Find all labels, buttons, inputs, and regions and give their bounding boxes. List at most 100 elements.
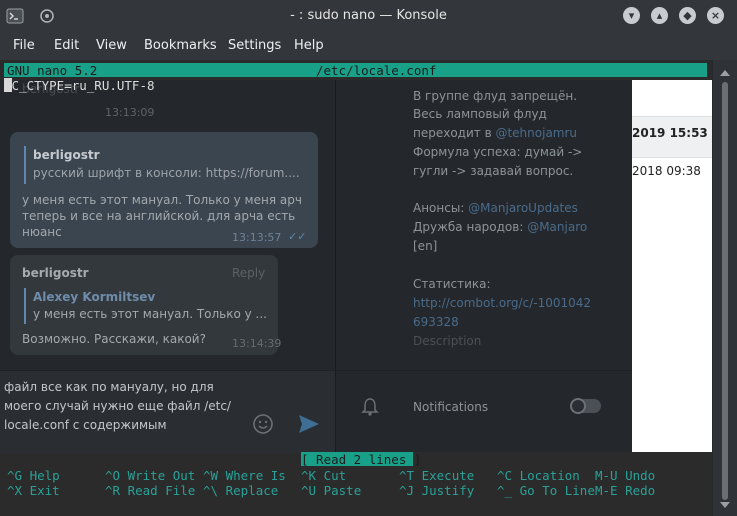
menu-bar: File Edit View Bookmarks Settings Help: [0, 32, 737, 60]
shortcut-replace[interactable]: ^\ Replace: [203, 483, 278, 498]
group-rules-text: гугли -> задавай вопрос.: [413, 164, 574, 178]
message-sender: berligostr: [22, 266, 89, 280]
group-rules-text: Формула успеха: думай ->: [413, 145, 583, 159]
message-time: 13:13:57: [232, 231, 282, 244]
channel-link[interactable]: @tehnojamru: [495, 126, 577, 140]
nano-version: GNU nano 5.2: [7, 63, 98, 78]
shortcut-location[interactable]: ^C Location: [497, 468, 580, 483]
shortcut-label: Replace: [225, 483, 279, 498]
shortcut-label: Write Out: [127, 468, 196, 483]
bell-icon: [361, 398, 379, 416]
bg-date-1: 2019 15:53: [632, 126, 708, 140]
shortcut-exit[interactable]: ^X Exit: [7, 483, 60, 498]
input-text: файл все как по мануалу, но для: [4, 380, 214, 394]
group-rules-text: Весь ламповый флуд: [413, 107, 547, 121]
menu-edit[interactable]: Edit: [54, 38, 79, 53]
panel-divider: [335, 80, 336, 452]
terminal-scrollbar[interactable]: [712, 60, 737, 516]
message-time: 13:14:39: [232, 337, 282, 350]
shortcut-label: Location: [519, 468, 580, 483]
shortcut-label: Execute: [421, 468, 475, 483]
quote-bar: [24, 288, 26, 324]
close-button[interactable]: ×: [707, 7, 724, 24]
message-text: у меня есть этот мануал. Только у меня а…: [22, 193, 302, 207]
shortcut-label: Read File: [127, 483, 196, 498]
channel-link[interactable]: @ManjaroUpdates: [468, 201, 578, 215]
shortcut-label: Undo: [625, 468, 656, 483]
shortcut-key: M-E: [595, 483, 618, 498]
quote-author: Alexey Kormiltsev: [33, 290, 156, 304]
send-icon[interactable]: [298, 414, 320, 434]
message-text: теперь и все на английской. для арча ест…: [22, 209, 296, 223]
shortcut-label: Where Is: [225, 468, 286, 483]
file-content-line[interactable]: LC_CTYPE=ru_RU.UTF-8: [4, 78, 155, 93]
read-checks-icon: ✓✓: [288, 230, 307, 243]
channel-link[interactable]: @Manjaro: [527, 220, 587, 234]
shortcut-label: Go To Line: [519, 483, 595, 498]
window-titlebar: - : sudo nano — Konsole ▾ ▴ ◆ ×: [0, 0, 737, 32]
shortcut-undo[interactable]: M-U Undo: [595, 468, 655, 483]
shortcut-execute[interactable]: ^T Execute: [399, 468, 474, 483]
toggle-knob: [570, 398, 586, 414]
scroll-up-icon[interactable]: [720, 70, 730, 76]
menu-settings[interactable]: Settings: [228, 38, 281, 53]
message-text: нюанс: [22, 225, 62, 239]
shortcut-write-out[interactable]: ^O Write Out: [105, 468, 195, 483]
nano-status: [ Read 2 lines ]: [301, 452, 422, 467]
menu-view[interactable]: View: [96, 38, 127, 53]
quote-sender: berligostr: [33, 148, 100, 162]
shortcut-key: ^O: [105, 468, 121, 483]
reply-button[interactable]: Reply: [232, 266, 265, 280]
shortcut-key: ^J: [399, 483, 415, 498]
shortcut-go-to-line[interactable]: ^_ Go To Line: [497, 483, 595, 498]
message-text: Возможно. Расскажи, какой?: [22, 332, 206, 346]
shortcut-redo[interactable]: M-E Redo: [595, 483, 655, 498]
shortcut-where-is[interactable]: ^W Where Is: [203, 468, 286, 483]
description-label: Description: [413, 334, 482, 348]
notifications-label: Notifications: [413, 400, 489, 414]
shortcut-key: ^G: [7, 468, 23, 483]
shortcut-paste[interactable]: ^U Paste: [301, 483, 361, 498]
shortcut-label: Cut: [323, 468, 347, 483]
quote-bar: [24, 146, 26, 184]
quote-text: у меня есть этот мануал. Только у ...: [33, 307, 267, 321]
nano-filename: /etc/locale.conf: [316, 63, 437, 78]
maximize-button[interactable]: ▴: [651, 7, 668, 24]
shortcut-key: ^U: [301, 483, 317, 498]
emoji-icon[interactable]: [252, 413, 274, 435]
shortcut-justify[interactable]: ^J Justify: [399, 483, 474, 498]
shortcut-help[interactable]: ^G Help: [7, 468, 60, 483]
group-rules-text: В группе флуд запрещён.: [413, 89, 578, 103]
restore-button[interactable]: ◆: [679, 7, 696, 24]
input-text: locale.conf с содержимым: [4, 418, 167, 432]
shortcut-label: Paste: [323, 483, 362, 498]
scroll-thumb[interactable]: [722, 82, 728, 500]
stats-link[interactable]: 693328: [413, 315, 459, 329]
stats-link[interactable]: http://combot.org/c/-1001042: [413, 296, 591, 310]
minimize-button[interactable]: ▾: [623, 7, 640, 24]
shortcut-label: Redo: [625, 483, 656, 498]
shortcut-key: ^_: [497, 483, 513, 498]
shortcut-label: Justify: [421, 483, 475, 498]
message-time: 13:13:09: [105, 106, 155, 119]
shortcut-label: Help: [29, 468, 60, 483]
menu-help[interactable]: Help: [294, 38, 324, 53]
menu-file[interactable]: File: [13, 38, 35, 53]
shortcut-cut[interactable]: ^K Cut: [301, 468, 346, 483]
shortcut-key: M-U: [595, 468, 618, 483]
shortcut-key: ^R: [105, 483, 121, 498]
terminal-area[interactable]: 2019 15:53 2018 09:38 berligostr 13:13:0…: [0, 60, 712, 516]
shortcut-key: ^K: [301, 468, 317, 483]
shortcut-key: ^T: [399, 468, 415, 483]
shortcut-key: ^W: [203, 468, 219, 483]
friendship-text: Дружба народов: @Manjaro: [413, 220, 588, 234]
shortcut-read-file[interactable]: ^R Read File: [105, 483, 195, 498]
scroll-down-icon[interactable]: [720, 502, 730, 508]
group-rules-text: переходит в @tehnojamru: [413, 126, 578, 140]
announcements-text: Анонсы: @ManjaroUpdates: [413, 201, 578, 215]
shortcut-label: Exit: [29, 483, 60, 498]
menu-bookmarks[interactable]: Bookmarks: [144, 38, 217, 53]
notifications-toggle[interactable]: [570, 398, 601, 414]
quote-text: русский шрифт в консоли: https://forum..…: [33, 166, 300, 180]
shortcut-key: ^\: [203, 483, 219, 498]
